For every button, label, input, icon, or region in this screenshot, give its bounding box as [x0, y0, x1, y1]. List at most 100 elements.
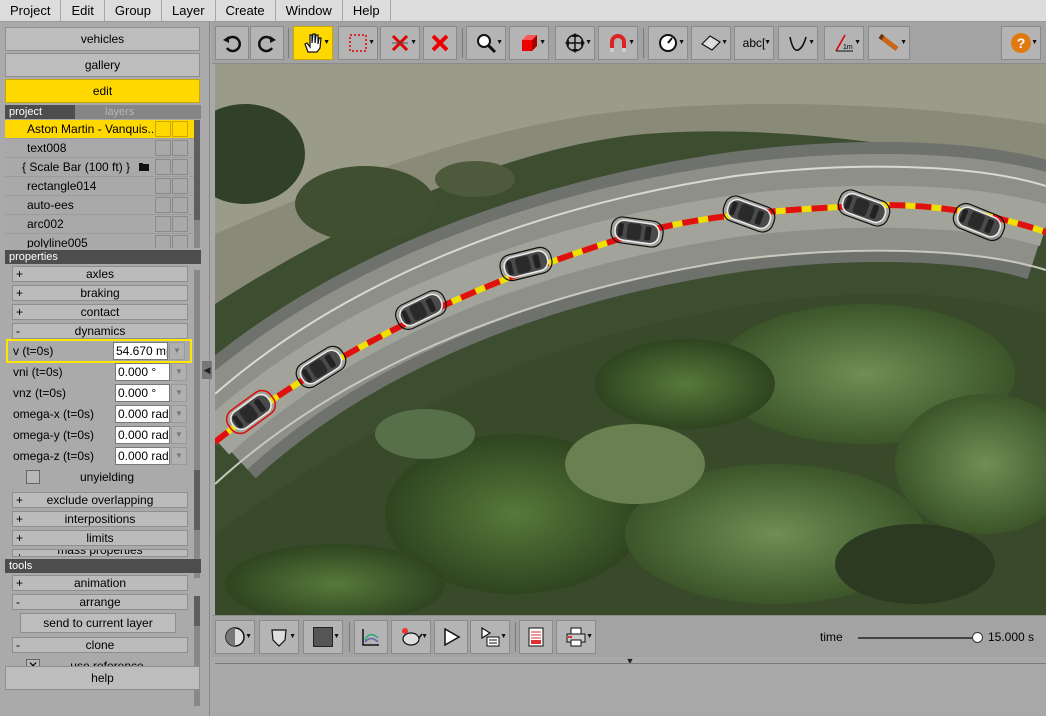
tree-item-auto-ees[interactable]: auto-ees	[5, 196, 194, 215]
dropdown-arrow-icon[interactable]: ▼	[585, 39, 592, 46]
dropdown-arrow-icon[interactable]: ▼	[539, 39, 546, 46]
edit-button[interactable]: edit	[5, 79, 200, 103]
section-dynamics[interactable]: - dynamics	[12, 323, 188, 339]
dropdown-arrow-icon[interactable]: ▼	[410, 39, 417, 46]
visibility-toggle[interactable]	[155, 121, 171, 137]
tree-scroll-thumb[interactable]	[194, 120, 200, 220]
vnz-input[interactable]: 0.000 °	[115, 384, 170, 402]
tree-item-rectangle014[interactable]: rectangle014	[5, 177, 194, 196]
menu-group[interactable]: Group	[105, 0, 163, 21]
section-arrange[interactable]: - arrange	[12, 594, 188, 610]
tab-project[interactable]: project	[9, 106, 42, 118]
section-axles[interactable]: + axles	[12, 266, 188, 282]
text-tool-button[interactable]: abc[ ▼	[734, 26, 774, 60]
lock-toggle[interactable]	[172, 235, 188, 248]
vni-input[interactable]: 0.000 °	[115, 363, 170, 381]
lock-toggle[interactable]	[172, 121, 188, 137]
shading-button[interactable]: ▼	[259, 620, 299, 654]
lock-toggle[interactable]	[172, 159, 188, 175]
report-button[interactable]	[519, 620, 553, 654]
field-dropdown[interactable]: ▼	[169, 342, 185, 360]
tree-scrollbar[interactable]	[194, 120, 200, 248]
section-animation[interactable]: + animation	[12, 575, 188, 591]
dropdown-arrow-icon[interactable]: ▼	[628, 39, 635, 46]
undo-button[interactable]	[215, 26, 249, 60]
dropdown-arrow-icon[interactable]: ▼	[500, 633, 507, 640]
play-button[interactable]	[434, 620, 468, 654]
lock-toggle[interactable]	[172, 216, 188, 232]
help-button[interactable]: help	[5, 666, 200, 690]
dropdown-arrow-icon[interactable]: ▼	[496, 39, 503, 46]
tree-item-scale-bar[interactable]: { Scale Bar (100 ft) }	[5, 158, 194, 177]
lock-toggle[interactable]	[172, 140, 188, 156]
menu-layer[interactable]: Layer	[162, 0, 216, 21]
menu-project[interactable]: Project	[0, 0, 62, 21]
unyielding-row[interactable]: unyielding	[26, 468, 188, 486]
dropdown-arrow-icon[interactable]: ▼	[368, 39, 375, 46]
tree-item-text008[interactable]: text008	[5, 139, 194, 158]
display-mode-button[interactable]: ▼	[215, 620, 255, 654]
animation-settings-button[interactable]: ▼	[391, 620, 431, 654]
properties-scroll-thumb[interactable]	[194, 470, 200, 530]
properties-scrollbar[interactable]	[194, 270, 200, 578]
visibility-toggle[interactable]	[155, 235, 171, 248]
dropdown-arrow-icon[interactable]: ▼	[764, 39, 771, 46]
visibility-toggle[interactable]	[155, 178, 171, 194]
send-to-current-layer-button[interactable]: send to current layer	[20, 613, 176, 633]
omega-z-input[interactable]: 0.000 rad/s	[115, 447, 170, 465]
section-braking[interactable]: + braking	[12, 285, 188, 301]
snap-button[interactable]: ▼	[598, 26, 638, 60]
dropdown-arrow-icon[interactable]: ▼	[421, 633, 428, 640]
section-limits[interactable]: + limits	[12, 530, 188, 546]
collapse-panel-handle[interactable]: ◀	[202, 361, 212, 379]
tools-scroll-thumb[interactable]	[194, 596, 200, 626]
menu-help[interactable]: Help	[343, 0, 391, 21]
menu-window[interactable]: Window	[276, 0, 343, 21]
dropdown-arrow-icon[interactable]: ▼	[721, 39, 728, 46]
omega-y-input[interactable]: 0.000 rad/s	[115, 426, 170, 444]
section-contact[interactable]: + contact	[12, 304, 188, 320]
pan-tool-button[interactable]: ▼	[293, 26, 333, 60]
dropdown-arrow-icon[interactable]: ▼	[289, 633, 296, 640]
section-exclude-overlapping[interactable]: + exclude overlapping	[12, 492, 188, 508]
select-rect-button[interactable]: ▼	[338, 26, 378, 60]
help-tool-button[interactable]: ? ▼	[1001, 26, 1041, 60]
dropdown-arrow-icon[interactable]: ▼	[333, 633, 340, 640]
omega-x-input[interactable]: 0.000 rad/s	[115, 405, 170, 423]
delete-button[interactable]	[423, 26, 457, 60]
step-play-button[interactable]: ▼	[470, 620, 510, 654]
dimension-button[interactable]: 1m ▼	[824, 26, 864, 60]
section-clone[interactable]: - clone	[12, 637, 188, 653]
field-dropdown[interactable]: ▼	[171, 384, 187, 402]
vehicles-button[interactable]: vehicles	[5, 27, 200, 51]
visibility-toggle[interactable]	[155, 159, 171, 175]
visibility-toggle[interactable]	[155, 216, 171, 232]
time-slider-track[interactable]	[858, 637, 978, 639]
gauge-button[interactable]: ▼	[648, 26, 688, 60]
fill-color-button[interactable]: ▼	[303, 620, 343, 654]
field-dropdown[interactable]: ▼	[171, 363, 187, 381]
v-input[interactable]: 54.670 mph	[113, 342, 168, 360]
lock-toggle[interactable]	[172, 197, 188, 213]
scene-canvas[interactable]	[215, 64, 1046, 615]
move-button[interactable]: ▼	[555, 26, 595, 60]
dropdown-arrow-icon[interactable]: ▼	[586, 633, 593, 640]
dropdown-arrow-icon[interactable]: ▼	[678, 39, 685, 46]
3d-view-button[interactable]: ▼	[509, 26, 549, 60]
time-slider-knob[interactable]	[972, 632, 983, 643]
section-mass-properties[interactable]: + mass properties	[12, 549, 188, 557]
dropdown-arrow-icon[interactable]: ▼	[900, 39, 907, 46]
gallery-button[interactable]: gallery	[5, 53, 200, 77]
draw-button[interactable]: ▼	[868, 26, 910, 60]
tree-item-aston-martin[interactable]: Aston Martin - Vanquis...	[5, 120, 194, 139]
redo-button[interactable]	[250, 26, 284, 60]
dropdown-arrow-icon[interactable]: ▼	[323, 39, 330, 46]
menu-edit[interactable]: Edit	[61, 0, 105, 21]
field-dropdown[interactable]: ▼	[171, 426, 187, 444]
dropdown-arrow-icon[interactable]: ▼	[854, 39, 861, 46]
visibility-toggle[interactable]	[155, 197, 171, 213]
field-dropdown[interactable]: ▼	[171, 405, 187, 423]
field-dropdown[interactable]: ▼	[171, 447, 187, 465]
visibility-toggle[interactable]	[155, 140, 171, 156]
graph-button[interactable]	[354, 620, 388, 654]
